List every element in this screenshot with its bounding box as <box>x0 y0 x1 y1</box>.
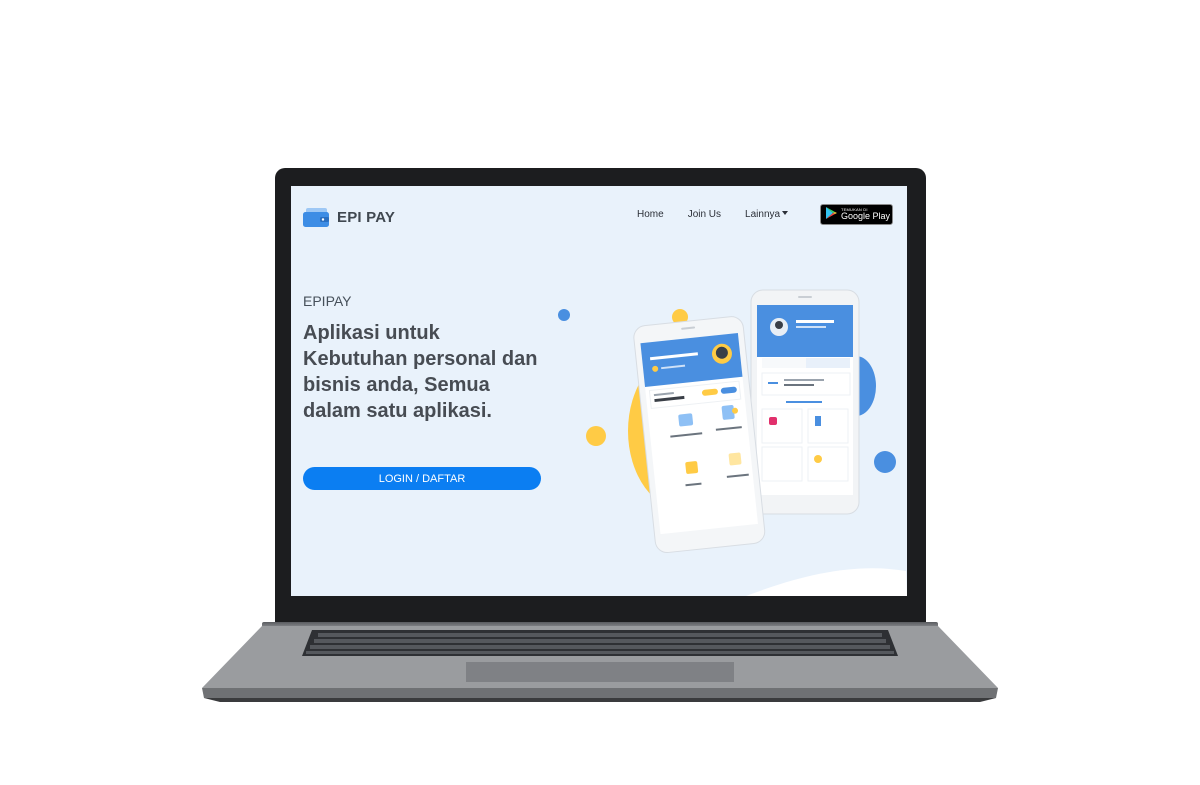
caret-down-icon <box>782 211 789 215</box>
phone-right <box>750 289 860 515</box>
google-play-badge[interactable]: TEMUKAN DI Google Play <box>820 204 893 225</box>
play-store-icon <box>826 206 837 224</box>
nav-item-join-us[interactable]: Join Us <box>688 209 721 220</box>
hero-illustration <box>546 281 907 596</box>
login-register-button[interactable]: LOGIN / DAFTAR <box>303 467 541 490</box>
nav-item-home[interactable]: Home <box>637 209 664 220</box>
brand[interactable]: EPI PAY <box>303 208 395 227</box>
laptop-screen: EPI PAY Home Join Us Lainnya TEMUKAN DI … <box>291 186 907 596</box>
phone-left <box>633 316 766 554</box>
badge-label: Google Play <box>841 211 891 221</box>
wallet-icon <box>303 208 329 227</box>
hero-headline: Aplikasi untuk Kebutuhan personal dan bi… <box>303 322 538 422</box>
decor-dot-blue-large <box>874 451 896 473</box>
laptop-base <box>200 626 1000 704</box>
decor-dot-blue-small <box>558 309 570 321</box>
hero-eyebrow: EPIPAY <box>303 293 352 309</box>
nav-item-lainnya-label: Lainnya <box>745 209 781 220</box>
brand-name: EPI PAY <box>337 209 396 226</box>
main-nav: Home Join Us Lainnya <box>637 209 789 220</box>
nav-item-lainnya[interactable]: Lainnya <box>745 209 789 220</box>
decor-dot-yellow-2 <box>586 426 606 446</box>
